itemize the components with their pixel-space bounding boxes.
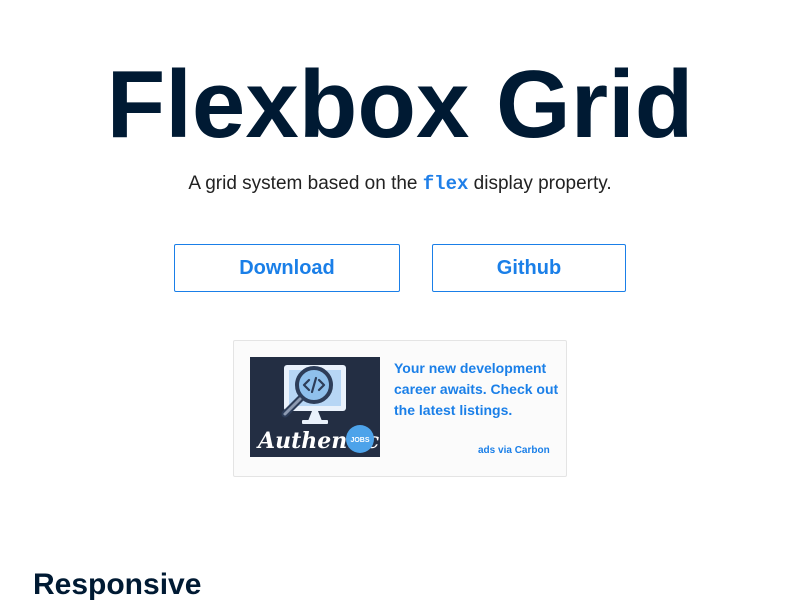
hero-section: Flexbox Grid A grid system based on the … [0,0,800,510]
flex-code: flex [422,173,469,195]
page-subtitle: A grid system based on the flex display … [0,172,800,196]
magnifier-over-code-monitor-icon: Authentic JOBS [250,357,380,457]
github-button[interactable]: Github [432,244,626,292]
subtitle-text-end: display property. [468,173,612,194]
ad-text-link[interactable]: Your new development career awaits. Chec… [394,358,559,421]
ads-via-carbon-link[interactable]: ads via Carbon [478,444,550,458]
ad-image-badge-text: JOBS [350,437,369,444]
carbon-ad: Authentic JOBS Your new development care… [233,340,567,477]
page-title: Flexbox Grid [106,51,694,158]
subtitle-text-start: A grid system based on the [188,173,423,194]
ad-image-link[interactable]: Authentic JOBS [250,357,380,457]
download-button[interactable]: Download [174,244,400,292]
responsive-heading: Responsive [33,568,202,601]
